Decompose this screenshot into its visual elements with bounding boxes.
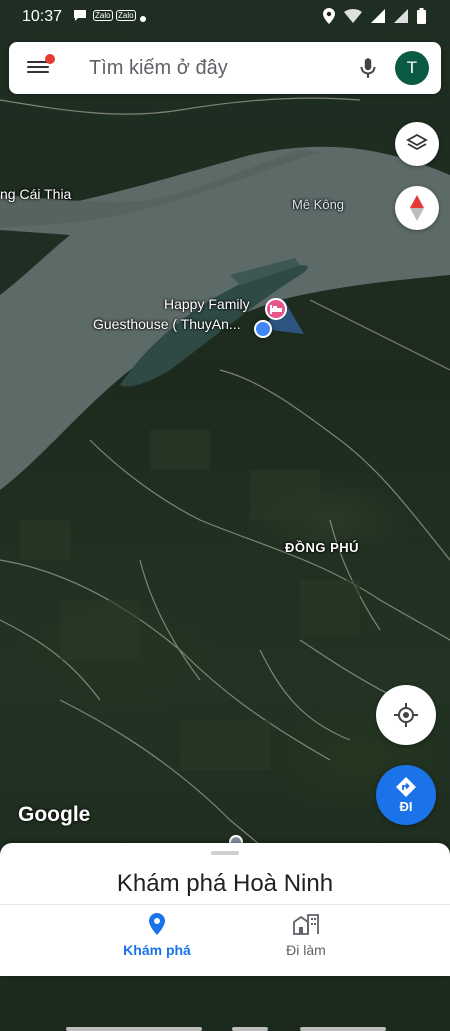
bottom-navigation: Khám phá Đi làm [0,904,450,1031]
directions-icon [396,777,416,797]
my-location-button[interactable] [376,685,436,745]
wifi-icon [344,9,362,27]
location-icon [323,8,335,28]
status-time: 10:37 [22,8,63,25]
gesture-bar [232,1027,268,1031]
search-input[interactable] [87,56,341,81]
compass-icon [410,195,424,221]
gesture-bar [66,1027,202,1031]
avatar[interactable]: T [395,51,429,85]
search-bar[interactable]: T [9,42,441,94]
directions-button[interactable]: ĐI [376,765,436,825]
battery-icon [417,8,426,28]
hotel-pin-icon[interactable] [265,298,287,320]
chat-icon [73,9,87,25]
layers-icon [406,133,428,151]
explore-pin-icon [149,913,165,935]
zalo-icon: Zalo [93,10,113,21]
layers-button[interactable] [395,122,439,166]
compass-button[interactable] [395,186,439,230]
gesture-bar [300,1027,386,1031]
tab-commute-label: Đi làm [286,942,326,958]
sheet-drag-handle[interactable] [211,851,239,855]
tab-commute[interactable]: Đi làm [246,913,366,958]
sheet-title: Khám phá Hoà Ninh [116,870,334,897]
building-icon [293,914,319,935]
zalo-icon: Zalo [116,10,136,21]
google-logo: Google [18,803,91,826]
tab-explore-label: Khám phá [123,942,191,958]
map-label-guesthouse-line2[interactable]: Guesthouse ( ThuyAn... [93,316,241,332]
map-label-dong-phu: ĐỒNG PHÚ [285,540,360,555]
my-location-dot [254,320,272,338]
signal-icon [371,9,385,27]
directions-label: ĐI [399,799,413,814]
dot-icon [140,11,146,25]
status-bar: 10:37 Zalo Zalo [0,0,450,34]
map-label-mekong: Mê Kông [292,197,345,212]
tab-explore[interactable]: Khám phá [97,913,217,958]
satellite-map[interactable] [0,0,450,975]
map-label-cai-thia: ng Cái Thia [0,186,72,202]
map-label-guesthouse-line1[interactable]: Happy Family [164,296,250,312]
notification-dot [45,54,55,64]
crosshair-icon [394,703,418,727]
signal-icon [394,9,408,27]
explore-sheet[interactable]: Khám phá Hoà Ninh Khám phá Đi làm [0,843,450,1031]
microphone-icon[interactable] [355,55,381,81]
